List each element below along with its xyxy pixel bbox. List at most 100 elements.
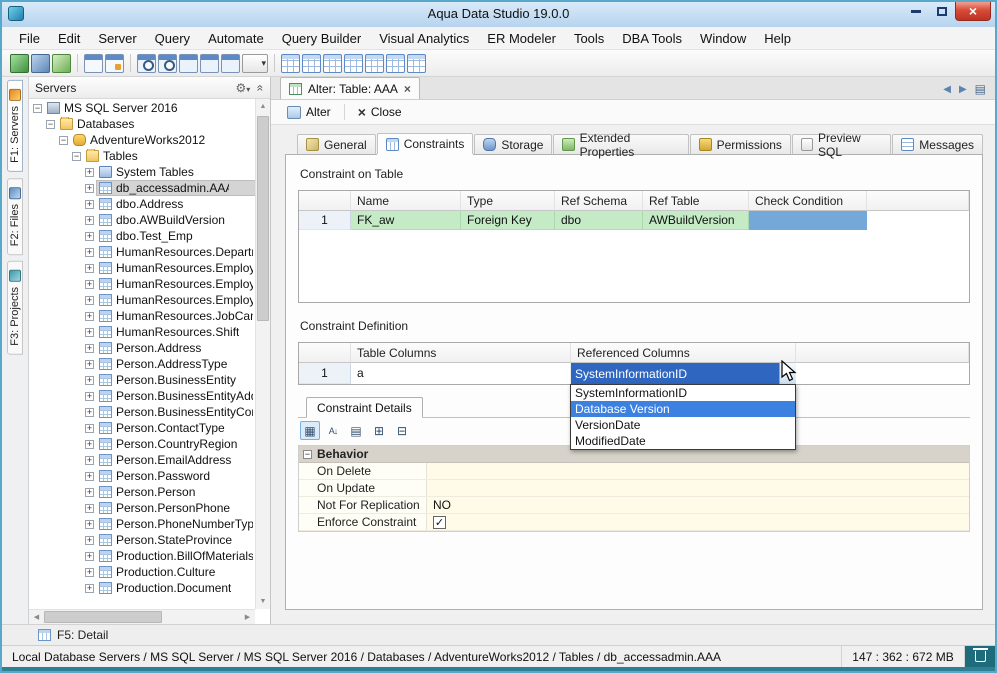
- tree-item-person-password[interactable]: +Person.Password: [29, 468, 255, 484]
- expand-expander-icon[interactable]: +: [85, 504, 94, 513]
- collapse-expander-icon[interactable]: −: [46, 120, 55, 129]
- alphabetical-view-icon[interactable]: [323, 421, 343, 440]
- menu-item-dba-tools[interactable]: DBA Tools: [613, 28, 691, 49]
- collapse-group-icon[interactable]: −: [303, 450, 312, 459]
- property-value[interactable]: [427, 480, 969, 496]
- ref-table-cell[interactable]: AWBuildVersion: [643, 211, 749, 230]
- tree-item-person-person[interactable]: +Person.Person: [29, 484, 255, 500]
- menu-item-help[interactable]: Help: [755, 28, 800, 49]
- expand-expander-icon[interactable]: +: [85, 520, 94, 529]
- expand-expander-icon[interactable]: +: [85, 264, 94, 273]
- script-browser-icon[interactable]: [221, 54, 240, 73]
- tab-messages[interactable]: Messages: [892, 134, 983, 154]
- document-tab-alter-table-aaa[interactable]: Alter: Table: AAA ×: [280, 77, 420, 99]
- column-header-blank[interactable]: [299, 191, 351, 211]
- expand-expander-icon[interactable]: +: [85, 408, 94, 417]
- query-analyzer-icon[interactable]: [84, 54, 103, 73]
- menu-item-er-modeler[interactable]: ER Modeler: [478, 28, 565, 49]
- expand-expander-icon[interactable]: +: [85, 232, 94, 241]
- name-cell[interactable]: FK_aw: [351, 211, 461, 230]
- menu-item-edit[interactable]: Edit: [49, 28, 89, 49]
- side-tab-f2-files[interactable]: F2: Files: [7, 178, 23, 255]
- tree-item-person-businessentity[interactable]: +Person.BusinessEntity: [29, 372, 255, 388]
- table-script-icon[interactable]: [407, 54, 426, 73]
- column-header-blank[interactable]: [299, 343, 351, 363]
- menu-item-automate[interactable]: Automate: [199, 28, 273, 49]
- server-group-icon[interactable]: [31, 54, 50, 73]
- expand-expander-icon[interactable]: +: [85, 376, 94, 385]
- table-columns-icon[interactable]: [302, 54, 321, 73]
- close-editor-button[interactable]: × Close: [350, 103, 410, 121]
- vertical-scrollbar[interactable]: ▲ ▼: [255, 99, 270, 609]
- tree-item-person-businessentityaddr[interactable]: +Person.BusinessEntityAddr: [29, 388, 255, 404]
- tree-item-person-businessentityconta[interactable]: +Person.BusinessEntityConta: [29, 404, 255, 420]
- menu-item-window[interactable]: Window: [691, 28, 755, 49]
- tab-constraints[interactable]: Constraints: [377, 133, 474, 154]
- tree-item-databases[interactable]: −Databases: [29, 116, 255, 132]
- scroll-up-icon[interactable]: ▲: [256, 99, 270, 114]
- expand-expander-icon[interactable]: +: [85, 456, 94, 465]
- menu-item-query-builder[interactable]: Query Builder: [273, 28, 370, 49]
- minimize-button[interactable]: [903, 2, 929, 21]
- alter-button[interactable]: Alter: [279, 103, 339, 121]
- collapse-categories-icon[interactable]: [392, 421, 412, 440]
- expand-expander-icon[interactable]: +: [85, 552, 94, 561]
- tree-item-person-emailaddress[interactable]: +Person.EmailAddress: [29, 452, 255, 468]
- categorized-view-icon[interactable]: [300, 421, 320, 440]
- scroll-left-icon[interactable]: ◀: [29, 610, 44, 625]
- column-header-referenced-columns[interactable]: Referenced Columns: [571, 343, 796, 363]
- scroll-down-icon[interactable]: ▼: [256, 594, 270, 609]
- expand-categories-icon[interactable]: [369, 421, 389, 440]
- column-header-table-columns[interactable]: Table Columns: [351, 343, 571, 363]
- expand-expander-icon[interactable]: +: [85, 296, 94, 305]
- expand-expander-icon[interactable]: +: [85, 344, 94, 353]
- previous-tab-icon[interactable]: ◀: [943, 84, 951, 95]
- open-query-icon[interactable]: [105, 54, 124, 73]
- side-tab-f3-projects[interactable]: F3: Projects: [7, 261, 23, 355]
- trash-button[interactable]: [965, 646, 995, 667]
- expand-expander-icon[interactable]: +: [85, 536, 94, 545]
- procedure-browser-icon[interactable]: [200, 54, 219, 73]
- tab-storage[interactable]: Storage: [474, 134, 552, 154]
- tab-list-icon[interactable]: ▤: [975, 82, 986, 96]
- tree-item-production-billofmaterials[interactable]: +Production.BillOfMaterials: [29, 548, 255, 564]
- expand-expander-icon[interactable]: +: [85, 280, 94, 289]
- tree-item-person-countryregion[interactable]: +Person.CountryRegion: [29, 436, 255, 452]
- menu-item-visual-analytics[interactable]: Visual Analytics: [370, 28, 478, 49]
- horizontal-scrollbar-thumb[interactable]: [44, 611, 162, 623]
- expand-expander-icon[interactable]: +: [85, 200, 94, 209]
- table-indexes-icon[interactable]: [323, 54, 342, 73]
- dropdown-option-database-version[interactable]: Database Version: [571, 401, 795, 417]
- tree-item-person-stateprovince[interactable]: +Person.StateProvince: [29, 532, 255, 548]
- expand-expander-icon[interactable]: +: [85, 472, 94, 481]
- tab-preview-sql[interactable]: Preview SQL: [792, 134, 891, 154]
- tree-item-tables[interactable]: −Tables: [29, 148, 255, 164]
- new-document-icon[interactable]: [242, 54, 268, 73]
- tree-item-adventureworks2012[interactable]: −AdventureWorks2012: [29, 132, 255, 148]
- tree-item-dbo-address[interactable]: +dbo.Address: [29, 196, 255, 212]
- check-condition-cell[interactable]: [749, 211, 867, 230]
- tree-item-production-culture[interactable]: +Production.Culture: [29, 564, 255, 580]
- menu-item-query[interactable]: Query: [146, 28, 199, 49]
- tree-item-dbo-test-emp[interactable]: +dbo.Test_Emp: [29, 228, 255, 244]
- expand-expander-icon[interactable]: +: [85, 312, 94, 321]
- table-constraints-icon[interactable]: [344, 54, 363, 73]
- menu-item-server[interactable]: Server: [89, 28, 145, 49]
- tree-item-person-addresstype[interactable]: +Person.AddressType: [29, 356, 255, 372]
- tree-item-humanresources-employee[interactable]: +HumanResources.Employee: [29, 292, 255, 308]
- expand-expander-icon[interactable]: +: [85, 488, 94, 497]
- collapse-expander-icon[interactable]: −: [59, 136, 68, 145]
- tree-item-db-accessadmin-aaa[interactable]: +db_accessadmin.AAA: [29, 180, 255, 196]
- expand-expander-icon[interactable]: +: [85, 392, 94, 401]
- tree-item-person-address[interactable]: +Person.Address: [29, 340, 255, 356]
- gear-icon[interactable]: ⚙▾: [236, 81, 251, 95]
- dropdown-option-systeminformationid[interactable]: SystemInformationID: [571, 385, 795, 401]
- column-header-ref-schema[interactable]: Ref Schema: [555, 191, 643, 211]
- expand-expander-icon[interactable]: +: [85, 184, 94, 193]
- detail-bar[interactable]: F5: Detail: [2, 624, 995, 645]
- expand-expander-icon[interactable]: +: [85, 360, 94, 369]
- tree-item-system-tables[interactable]: +System Tables: [29, 164, 255, 180]
- search-objects-icon[interactable]: [137, 54, 156, 73]
- property-value[interactable]: ✓: [427, 514, 969, 530]
- ref-schema-cell[interactable]: dbo: [555, 211, 643, 230]
